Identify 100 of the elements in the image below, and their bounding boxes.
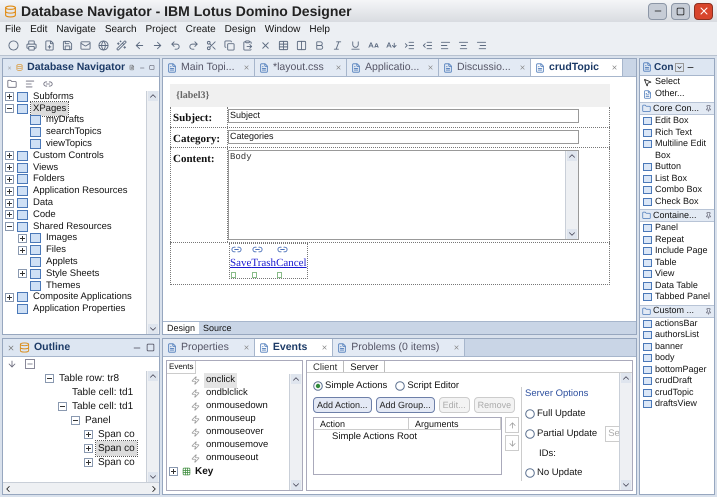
save-icon[interactable] — [62, 40, 73, 51]
undo-icon[interactable] — [170, 40, 181, 51]
forward-icon[interactable] — [152, 40, 163, 51]
paste-icon[interactable] — [242, 40, 253, 51]
expand-icon[interactable] — [84, 430, 93, 438]
link-icon[interactable] — [43, 79, 53, 89]
collapse-icon[interactable] — [71, 416, 80, 424]
scroll-up-icon[interactable] — [148, 371, 158, 381]
scroll-up-icon[interactable] — [567, 151, 577, 161]
wand-icon[interactable] — [116, 40, 127, 51]
close-icon[interactable] — [335, 64, 342, 71]
palette-item[interactable]: crudTopic — [640, 386, 714, 398]
expand-icon[interactable] — [18, 246, 27, 255]
tree-item[interactable]: Subforms — [31, 91, 76, 104]
panel-tab[interactable]: Problems (0 items) — [333, 339, 466, 356]
panel-tab[interactable]: Events — [254, 339, 334, 356]
editor-tab[interactable]: Main Topi... — [163, 59, 255, 76]
menu-item[interactable]: Project — [146, 22, 177, 36]
palette-item[interactable]: actionsBar — [640, 318, 714, 329]
column-header[interactable]: Arguments — [409, 418, 501, 430]
expand-icon[interactable] — [5, 186, 14, 196]
palette-item[interactable]: Tabbed Panel — [640, 291, 714, 302]
align-left-icon[interactable] — [440, 40, 451, 51]
dropdown-icon[interactable] — [675, 62, 684, 72]
expand-icon[interactable] — [169, 467, 178, 476]
mail-icon[interactable] — [80, 40, 91, 51]
tree-item[interactable]: XPages — [31, 102, 68, 116]
input-field[interactable]: Categories — [228, 130, 579, 144]
close-icon[interactable] — [427, 64, 434, 71]
expand-icon[interactable] — [5, 163, 14, 172]
scroll-up-icon[interactable] — [291, 374, 301, 384]
scrollbar[interactable] — [289, 374, 302, 490]
align-center-icon[interactable] — [458, 40, 469, 51]
event-item[interactable]: onmousemove — [204, 438, 270, 453]
form-link[interactable]: Trash — [251, 255, 276, 272]
palette-item[interactable]: Include Page — [640, 245, 714, 256]
palette-drawer[interactable]: Core Con... — [640, 102, 714, 115]
script-tab[interactable]: Server — [343, 361, 386, 372]
collapse-icon[interactable] — [5, 222, 14, 232]
tree-item[interactable]: viewTopics — [44, 136, 94, 152]
tree-item[interactable]: Code — [31, 208, 58, 222]
tree-item[interactable]: Span co — [96, 454, 137, 470]
scroll-down-icon[interactable] — [148, 472, 158, 482]
menu-item[interactable]: Search — [104, 22, 137, 36]
tree-item[interactable]: Table row: tr8 — [57, 371, 122, 386]
expand-icon[interactable] — [5, 210, 14, 220]
expand-icon[interactable] — [5, 174, 14, 184]
palette-item[interactable]: Table — [640, 256, 714, 268]
tree-item[interactable]: Application Properties — [31, 302, 128, 316]
expand-icon[interactable] — [18, 269, 27, 278]
expand-icon[interactable] — [5, 292, 14, 302]
palette-item[interactable]: Select — [640, 76, 714, 88]
close-button[interactable] — [694, 2, 713, 20]
event-item[interactable]: onmouseout — [204, 451, 260, 466]
palette-item[interactable]: List Box — [640, 172, 714, 184]
palette-item[interactable]: crudDraft — [640, 375, 714, 386]
close-icon[interactable] — [321, 344, 328, 351]
italic-icon[interactable] — [332, 40, 343, 51]
view-tab[interactable]: Source — [199, 322, 236, 334]
expand-icon[interactable] — [18, 234, 27, 243]
form-link[interactable]: Cancel — [276, 255, 307, 272]
menu-item[interactable]: File — [5, 22, 22, 36]
scroll-up-icon[interactable] — [148, 91, 158, 101]
editor-tab[interactable]: Discussio... — [439, 59, 531, 76]
collapse-all-icon[interactable] — [25, 359, 35, 369]
collapse-icon[interactable] — [45, 374, 54, 382]
palette-item[interactable]: body — [640, 352, 714, 364]
tree-item[interactable]: Table cell: td1 — [70, 384, 136, 400]
script-tab[interactable]: Client — [307, 361, 344, 372]
expand-icon[interactable] — [5, 151, 14, 160]
palette-item[interactable]: Button — [640, 161, 714, 172]
font-size-icon[interactable] — [368, 40, 379, 51]
close-icon[interactable] — [519, 64, 526, 71]
menu-item[interactable]: Edit — [30, 22, 48, 36]
tree-item[interactable]: Data — [31, 196, 56, 210]
action-button[interactable]: Add Action... — [313, 397, 372, 414]
close-icon[interactable] — [242, 344, 250, 351]
bold-icon[interactable] — [314, 40, 325, 51]
tree-item[interactable]: Composite Applications — [31, 290, 134, 305]
palette-item[interactable]: Edit Box — [640, 115, 714, 126]
palette-item[interactable]: Repeat — [640, 234, 714, 245]
palette-item[interactable]: Data Table — [640, 280, 714, 291]
tree-item[interactable]: Views — [31, 160, 60, 175]
expand-icon[interactable] — [5, 198, 14, 208]
scrollbar[interactable] — [565, 151, 578, 239]
event-item[interactable]: onmouseover — [204, 425, 266, 440]
palette-item[interactable]: Panel — [640, 222, 714, 234]
scrollbar[interactable] — [619, 373, 632, 490]
palette-item[interactable]: bottomPager — [640, 364, 714, 375]
maximize-icon[interactable] — [146, 343, 155, 352]
action-button[interactable]: Add Group... — [376, 397, 435, 414]
collapse-icon[interactable] — [58, 402, 67, 410]
scroll-down-icon[interactable] — [621, 480, 631, 490]
copy-icon[interactable] — [224, 40, 235, 51]
event-item[interactable]: onmousedown — [204, 399, 270, 414]
table-icon[interactable] — [278, 40, 289, 51]
tree-item[interactable]: searchTopics — [44, 125, 104, 140]
scrollbar[interactable] — [146, 91, 159, 334]
editor-tab[interactable]: Applicatio... — [347, 59, 439, 76]
tree-item[interactable]: Shared Resources — [31, 220, 114, 234]
